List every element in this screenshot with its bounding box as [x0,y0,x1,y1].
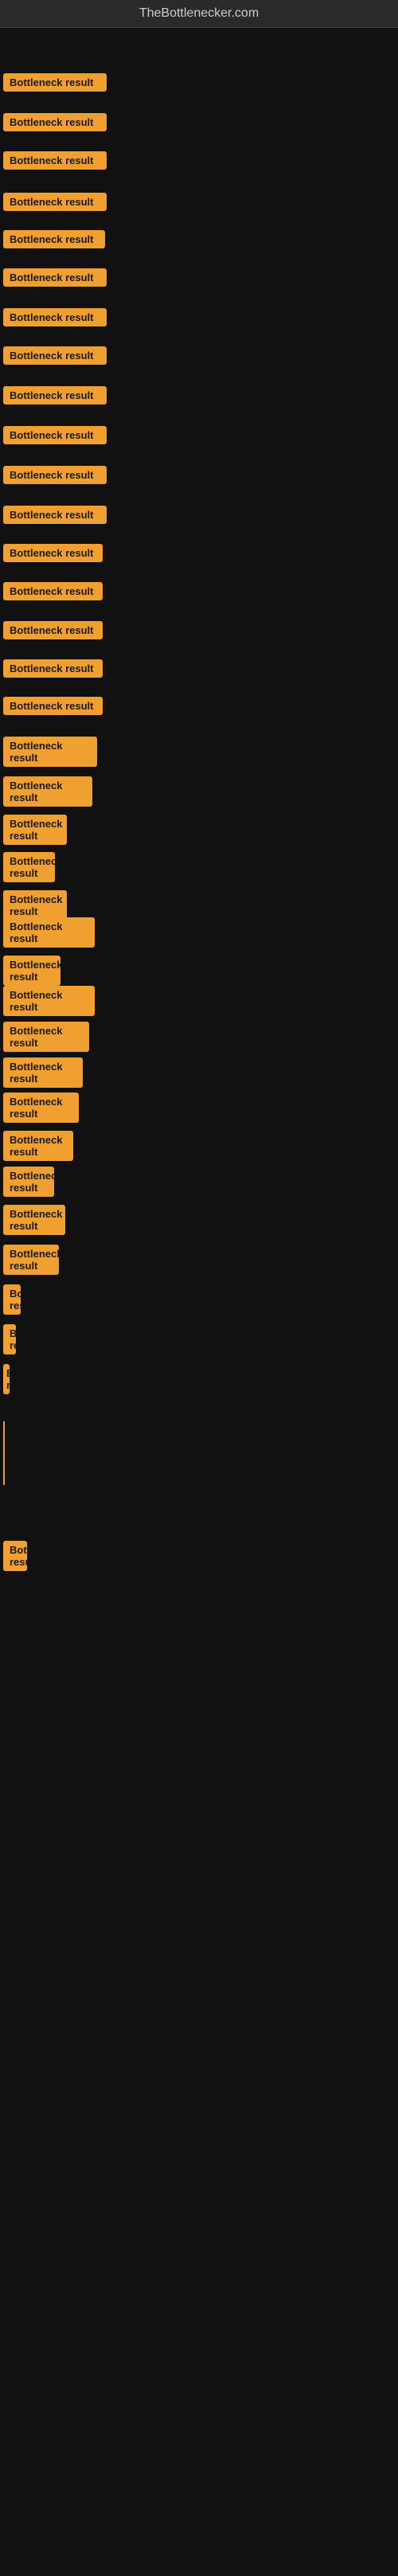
bottleneck-badge-22[interactable]: Bottleneck result [3,890,67,921]
bottleneck-badge-29[interactable]: Bottleneck result [3,1131,73,1161]
bottleneck-badge-4[interactable]: Bottleneck result [3,193,107,211]
bottleneck-badge-27[interactable]: Bottleneck result [3,1057,83,1088]
bottleneck-badge-34[interactable]: Bottleneck result [3,1324,16,1354]
bottleneck-badge-7[interactable]: Bottleneck result [3,308,107,326]
bottleneck-badge-11[interactable]: Bottleneck result [3,466,107,484]
bottleneck-badge-21[interactable]: Bottleneck result [3,852,55,882]
bottleneck-badge-28[interactable]: Bottleneck result [3,1093,79,1123]
bottleneck-badge-3[interactable]: Bottleneck result [3,151,107,170]
bottleneck-badge-18[interactable]: Bottleneck result [3,737,97,767]
site-title: TheBottlenecker.com [139,6,259,20]
vertical-line-indicator [3,1421,5,1485]
bottleneck-badge-13[interactable]: Bottleneck result [3,544,103,562]
bottleneck-badge-12[interactable]: Bottleneck result [3,506,107,524]
bottleneck-badge-9[interactable]: Bottleneck result [3,386,107,405]
bottleneck-badge-36[interactable]: Bottleneck result [3,1541,27,1571]
bottleneck-badge-20[interactable]: Bottleneck result [3,815,67,845]
bottleneck-badge-8[interactable]: Bottleneck result [3,346,107,365]
bottleneck-badge-32[interactable]: Bottleneck result [3,1245,59,1275]
bottleneck-badge-2[interactable]: Bottleneck result [3,113,107,131]
bottleneck-badge-33[interactable]: Bottleneck result [3,1284,21,1315]
bottleneck-badge-15[interactable]: Bottleneck result [3,621,103,639]
bottleneck-badge-26[interactable]: Bottleneck result [3,1022,89,1052]
bottleneck-badge-19[interactable]: Bottleneck result [3,776,92,807]
bottleneck-badge-31[interactable]: Bottleneck result [3,1205,65,1235]
bottleneck-badge-35[interactable]: Bottleneck result [3,1364,10,1394]
bottleneck-badge-30[interactable]: Bottleneck result [3,1167,54,1197]
bottleneck-badge-1[interactable]: Bottleneck result [3,73,107,92]
bottleneck-badge-25[interactable]: Bottleneck result [3,986,95,1016]
bottleneck-badge-5[interactable]: Bottleneck result [3,230,105,248]
bottleneck-badge-16[interactable]: Bottleneck result [3,659,103,678]
bottleneck-badge-23[interactable]: Bottleneck result [3,917,95,948]
bottleneck-badge-17[interactable]: Bottleneck result [3,697,103,715]
bottleneck-badge-14[interactable]: Bottleneck result [3,582,103,600]
bottleneck-badge-24[interactable]: Bottleneck result [3,956,60,986]
bottleneck-badge-6[interactable]: Bottleneck result [3,268,107,287]
site-header: TheBottlenecker.com [0,0,398,28]
bottleneck-badge-10[interactable]: Bottleneck result [3,426,107,444]
